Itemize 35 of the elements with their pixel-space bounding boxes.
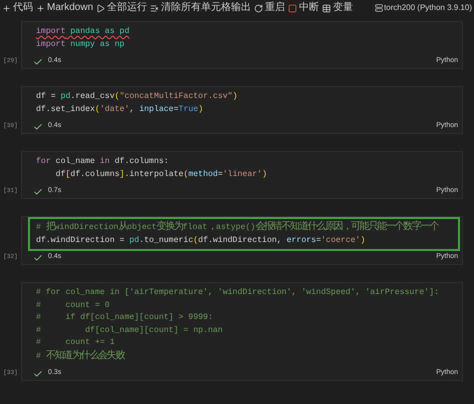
code-line: # 不知道为什么会失败 [36, 350, 124, 362]
plus-icon [2, 4, 11, 12]
code-line: import pandas as pd [36, 26, 130, 38]
code-editor[interactable]: for col_name in df.columns: df[df.columns].interpolate(method='linear') [28, 152, 460, 185]
plus-icon [36, 4, 45, 12]
restart-icon [254, 4, 264, 12]
toolbar-button[interactable]: 变量 [322, 1, 354, 15]
code-line: df[df.columns].interpolate(method='linear') [54, 168, 267, 180]
play-icon [96, 4, 106, 12]
code-editor[interactable]: df = pd.read_csv("concatMultiFactor.csv") df.set_index('date', inplace=True) [28, 87, 460, 120]
toolbar-button[interactable]: 重启 [254, 1, 286, 15]
code-line: # count += 1 [36, 337, 115, 349]
table-icon [322, 4, 332, 12]
code-line: # for col_name in ['airTemperature', 'windDirection', 'windSpeed', 'airPressure']: [36, 287, 439, 299]
code-line: # if df[col_name][count] > 9999: [36, 312, 213, 324]
code-line: # df[col_name][count] = np.nan [36, 324, 223, 336]
toolbar-button[interactable]: 全部运行 [96, 1, 148, 15]
kernel-picker[interactable]: torch200 (Python 3.9.10) [374, 1, 472, 15]
server-icon [374, 4, 383, 12]
toolbar-button[interactable]: 代码 [2, 1, 33, 15]
code-line: # 把windDirection从object变换为float，astype()会报错不知道什么原因，可能只能一个数字一个 [36, 221, 438, 234]
code-editor[interactable]: import pandas as pd import numpy as np [28, 22, 460, 55]
stop-icon [288, 4, 298, 12]
code-line: for col_name in df.columns: [36, 156, 169, 168]
code-editor[interactable]: # 把windDirection从object变换为float，astype()会报错不知道什么原因，可能只能一个数字一个 df.windDirection = pd.to_numeric(df.windDirection, errors='coerce') [28, 217, 460, 251]
clear-list-icon [150, 4, 160, 12]
code-editor[interactable]: # for col_name in ['airTemperature', 'windDirection', 'windSpeed', 'airPressure']: # count = 0 # if df[col_name][count] > 9999: # df[col_name][count] = np.nan # count += 1 # 不知道为什么会失败 [28, 283, 460, 367]
code-line: import numpy as np [36, 38, 124, 50]
code-line: df.set_index('date', inplace=True) [36, 104, 204, 116]
toolbar-button[interactable]: 中断 [288, 1, 320, 15]
code-line: df = pd.read_csv("concatMultiFactor.csv") [36, 91, 238, 103]
toolbar-button[interactable]: 清除所有单元格输出 [150, 1, 252, 15]
code-line: # count = 0 [36, 300, 110, 312]
code-line: df.windDirection = pd.to_numeric(df.windDirection, errors='coerce') [36, 234, 366, 246]
toolbar-button[interactable]: Markdown [36, 1, 94, 15]
